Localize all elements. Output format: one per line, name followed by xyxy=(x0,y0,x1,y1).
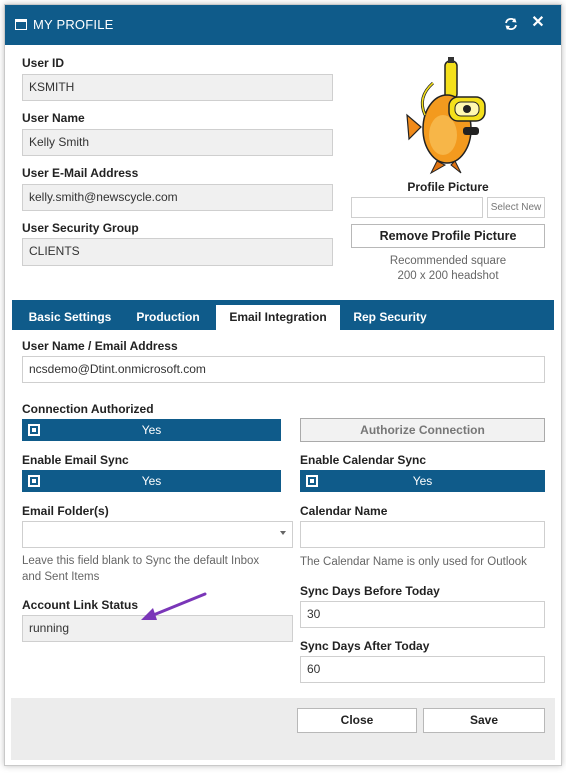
dialog-title: MY PROFILE xyxy=(33,17,114,32)
user-name-label: User Name xyxy=(22,111,85,125)
authorize-connection-button[interactable]: Authorize Connection xyxy=(300,418,545,442)
sync-days-before-label: Sync Days Before Today xyxy=(300,584,440,598)
email-folders-label: Email Folder(s) xyxy=(22,504,109,518)
sync-days-before-field[interactable]: 30 xyxy=(300,601,545,628)
calendar-name-label: Calendar Name xyxy=(300,504,388,518)
connection-authorized-label: Connection Authorized xyxy=(22,402,154,416)
enable-email-sync-value: Yes xyxy=(141,474,162,488)
user-id-field[interactable]: KSMITH xyxy=(22,74,333,101)
save-button[interactable]: Save xyxy=(423,708,545,733)
enable-calendar-sync-toggle[interactable]: Yes xyxy=(300,470,545,492)
tab-basic-settings[interactable]: Basic Settings xyxy=(18,305,122,330)
security-group-label: User Security Group xyxy=(22,221,139,235)
profile-picture xyxy=(403,57,491,175)
annotation-arrow xyxy=(137,590,209,624)
enable-email-sync-label: Enable Email Sync xyxy=(22,453,129,467)
tab-rep-security[interactable]: Rep Security xyxy=(346,305,434,330)
picture-hint-line2: 200 x 200 headshot xyxy=(397,270,499,282)
enable-calendar-sync-value: Yes xyxy=(412,474,433,488)
connection-authorized-value: Yes xyxy=(141,423,162,437)
connection-authorized-toggle[interactable]: Yes xyxy=(22,419,281,441)
profile-picture-label: Profile Picture xyxy=(407,180,489,194)
email-folders-select[interactable] xyxy=(22,521,293,548)
tab-email-integration[interactable]: Email Integration xyxy=(216,305,340,330)
picture-hint-line1: Recommended square xyxy=(389,255,507,267)
enable-calendar-sync-label: Enable Calendar Sync xyxy=(300,453,427,467)
chevron-down-icon[interactable] xyxy=(280,531,286,535)
email-folders-hint-line2: and Sent Items xyxy=(22,571,100,583)
calendar-name-field[interactable] xyxy=(300,521,545,548)
tab-bar: Basic Settings Production Email Integrat… xyxy=(12,300,554,330)
picture-file-input[interactable] xyxy=(351,197,483,218)
user-id-label: User ID xyxy=(22,56,65,70)
email-label: User E-Mail Address xyxy=(22,166,139,180)
security-group-field[interactable]: CLIENTS xyxy=(22,238,333,266)
sync-days-after-field[interactable]: 60 xyxy=(300,656,545,683)
calendar-name-hint: The Calendar Name is only used for Outlo… xyxy=(300,556,527,568)
close-button[interactable]: Close xyxy=(297,708,417,733)
sync-days-after-label: Sync Days After Today xyxy=(300,639,430,653)
dialog-titlebar: MY PROFILE ✕ xyxy=(5,5,561,45)
tab-production[interactable]: Production xyxy=(126,305,210,330)
email-field[interactable]: kelly.smith@newscycle.com xyxy=(22,184,333,211)
email-folders-hint-line1: Leave this field blank to Sync the defau… xyxy=(22,555,260,567)
user-name-field[interactable]: Kelly Smith xyxy=(22,129,333,156)
email-username-field[interactable]: ncsdemo@Dtint.onmicrosoft.com xyxy=(22,356,545,383)
remove-profile-picture-button[interactable]: Remove Profile Picture xyxy=(351,224,545,248)
refresh-icon[interactable] xyxy=(502,15,520,33)
select-new-button[interactable]: Select New xyxy=(487,197,545,218)
close-icon[interactable]: ✕ xyxy=(529,14,547,32)
account-link-status-label: Account Link Status xyxy=(22,598,139,612)
window-icon xyxy=(15,19,27,30)
enable-email-sync-toggle[interactable]: Yes xyxy=(22,470,281,492)
email-username-label: User Name / Email Address xyxy=(22,339,178,353)
my-profile-dialog: MY PROFILE ✕ User ID KSMITH User Name Ke… xyxy=(4,4,562,766)
dialog-footer: Close Save xyxy=(11,698,555,760)
